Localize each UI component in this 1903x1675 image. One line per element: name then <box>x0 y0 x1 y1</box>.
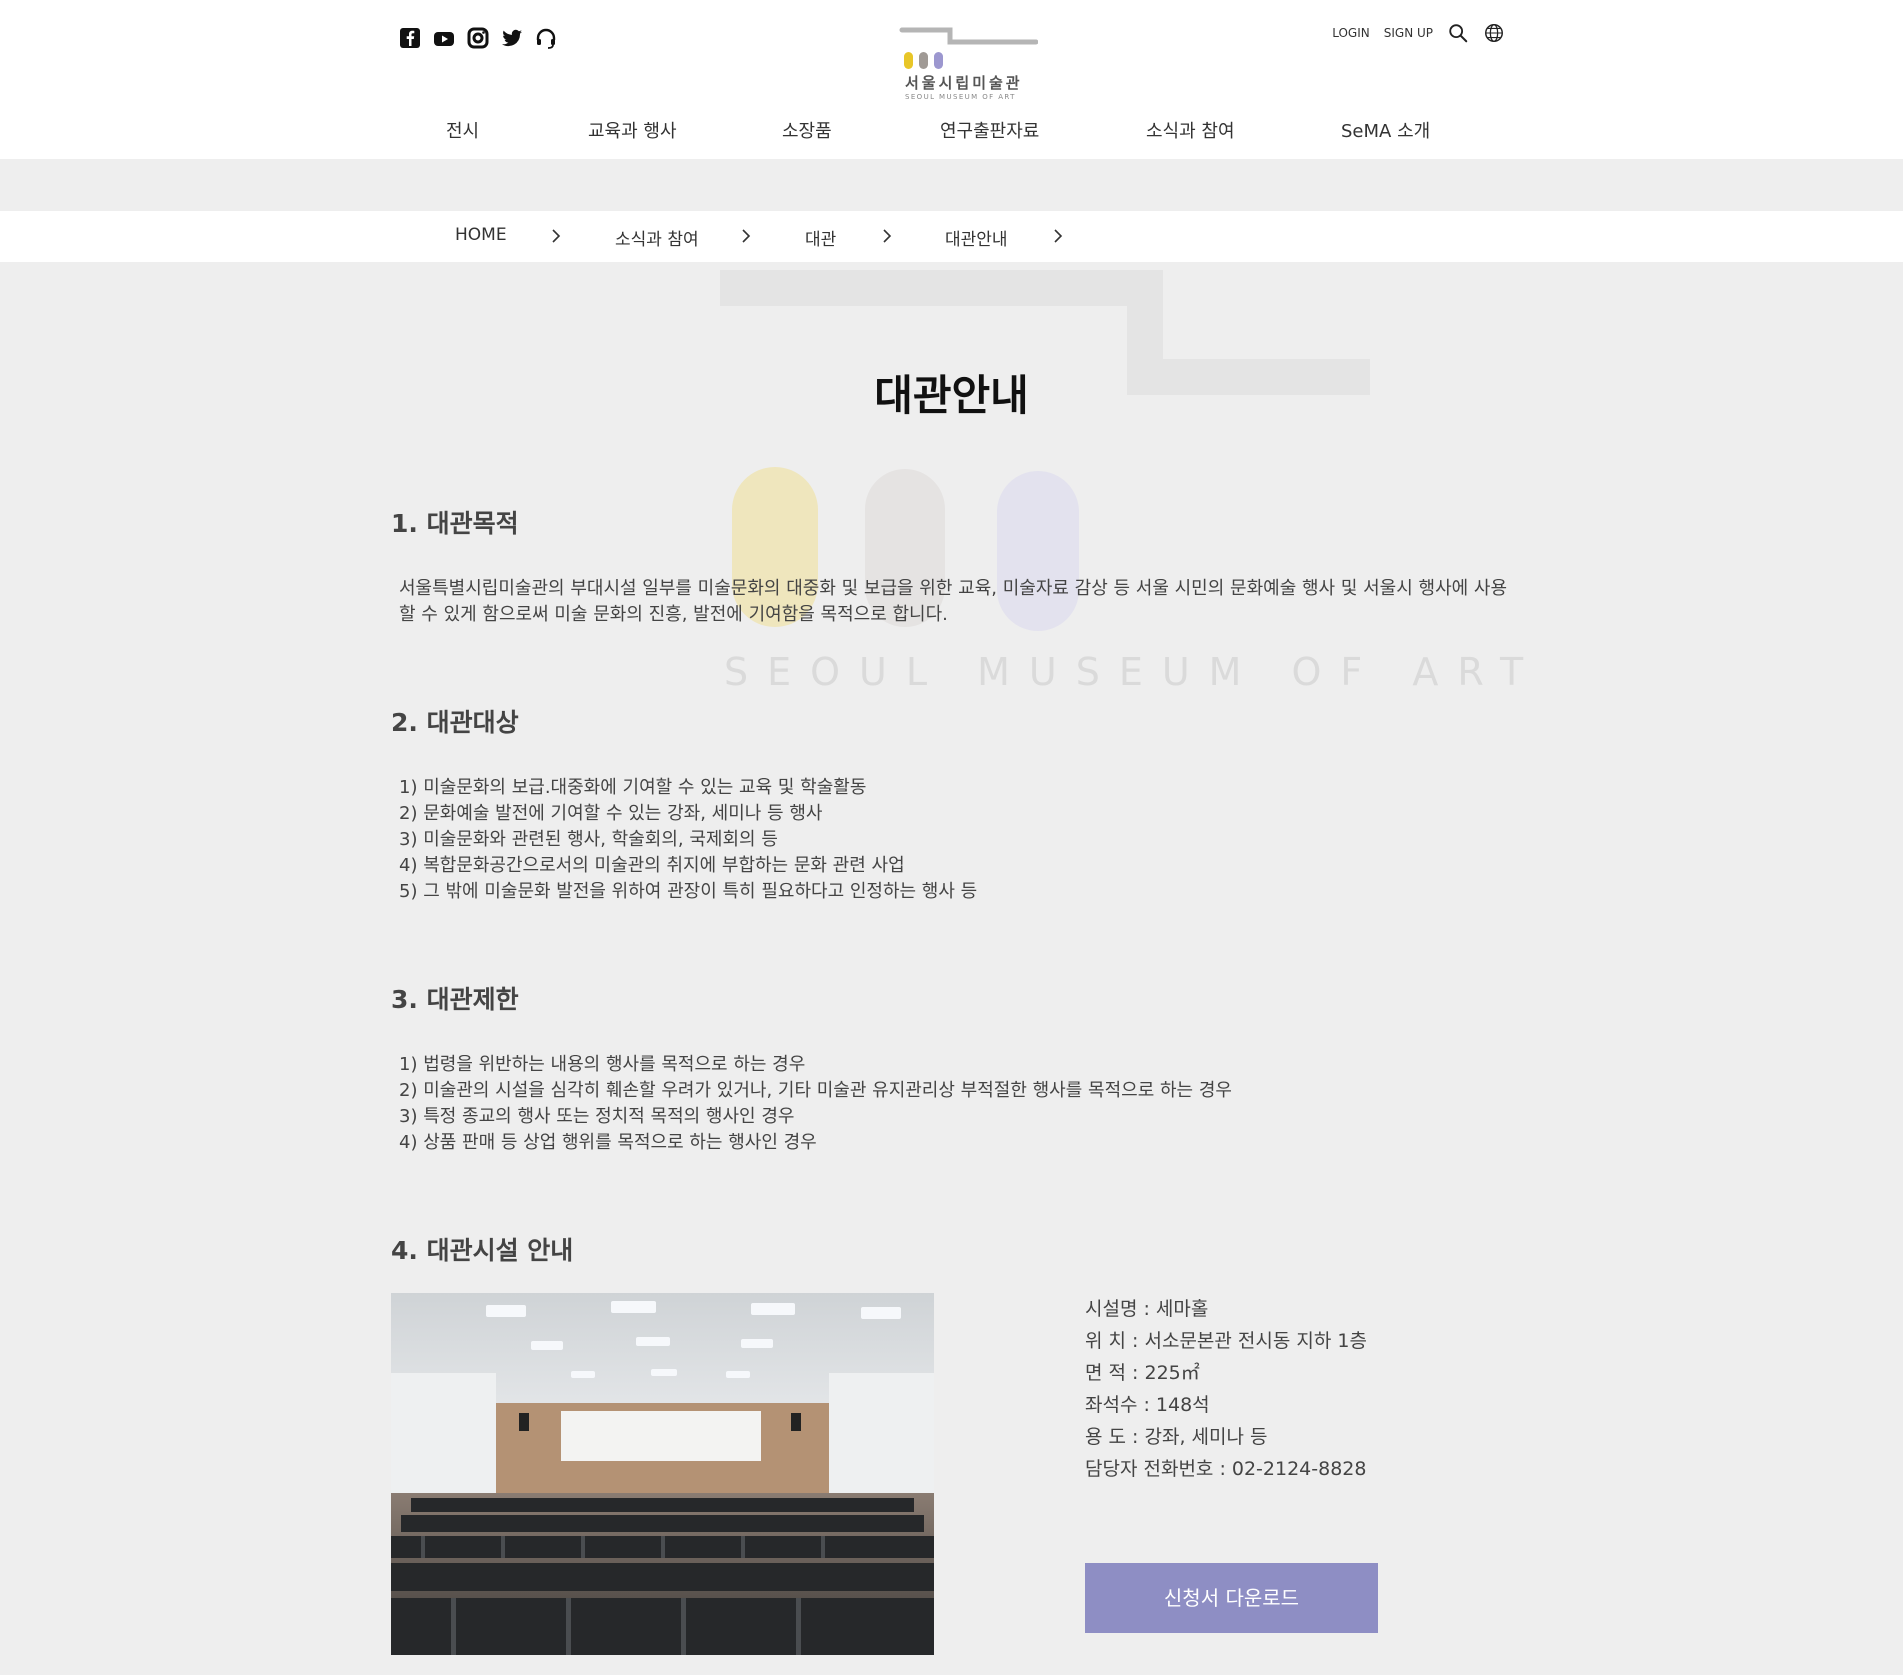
signup-link[interactable]: SIGN UP <box>1384 26 1433 40</box>
seminar-hall-photo <box>391 1293 934 1655</box>
logo-korean-text: 서울시립미술관 <box>905 74 1023 92</box>
nav-exhibitions[interactable]: 전시 <box>446 117 479 143</box>
facility-seats: 좌석수 : 148석 <box>1085 1394 1210 1416</box>
search-icon[interactable] <box>1447 22 1469 44</box>
section-title: 4. 대관시설 안내 <box>391 1236 574 1265</box>
facility-info: 시설명 : 세마홀 위 치 : 서소문본관 전시동 지하 1층 면 적 : 22… <box>1085 1293 1367 1485</box>
section-title: 3. 대관제한 <box>391 985 519 1014</box>
section-title: 1. 대관목적 <box>391 509 519 538</box>
youtube-icon[interactable] <box>432 26 456 50</box>
nav-education-events[interactable]: 교육과 행사 <box>588 117 677 143</box>
site-header: 서울시립미술관 SEOUL MUSEUM OF ART LOGIN SIGN U… <box>0 0 1903 159</box>
section-restriction: 3. 대관제한 1) 법령을 위반하는 내용의 행사를 목적으로 하는 경우 2… <box>391 980 1521 1156</box>
watermark-text: SEOUL MUSEUM OF ART <box>724 650 1543 694</box>
chevron-right-icon <box>883 229 892 243</box>
audio-guide-icon[interactable] <box>534 26 558 50</box>
facility-contact: 담당자 전화번호 : 02-2124-8828 <box>1085 1458 1367 1480</box>
nav-about-sema[interactable]: SeMA 소개 <box>1341 117 1430 143</box>
list-item: 3) 미술문화와 관련된 행사, 학술회의, 국제회의 등 <box>399 829 778 850</box>
breadcrumb-rental-guide[interactable]: 대관안내 <box>945 225 1008 250</box>
breadcrumb-home[interactable]: HOME <box>455 225 507 245</box>
nav-research-publications[interactable]: 연구출판자료 <box>940 117 1039 143</box>
list-item: 1) 법령을 위반하는 내용의 행사를 목적으로 하는 경우 <box>399 1054 806 1075</box>
list-item: 3) 특정 종교의 행사 또는 정치적 목적의 행사인 경우 <box>399 1106 795 1127</box>
utility-menu: LOGIN SIGN UP <box>1332 22 1505 44</box>
login-link[interactable]: LOGIN <box>1332 26 1370 40</box>
chevron-right-icon <box>742 229 751 243</box>
section-purpose: 1. 대관목적 서울특별시립미술관의 부대시설 일부를 미술문화의 대중화 및 … <box>391 504 1521 628</box>
list-item: 4) 복합문화공간으로서의 미술관의 취지에 부합하는 문화 관련 사업 <box>399 855 905 876</box>
globe-icon[interactable] <box>1483 22 1505 44</box>
list-item: 2) 미술관의 시설을 심각히 훼손할 우려가 있거나, 기타 미술관 유지관리… <box>399 1080 1232 1101</box>
twitter-icon[interactable] <box>500 26 524 50</box>
facebook-icon[interactable] <box>398 26 422 50</box>
download-application-button[interactable]: 신청서 다운로드 <box>1085 1563 1378 1633</box>
logo-english-text: SEOUL MUSEUM OF ART <box>905 93 1016 101</box>
list-item: 5) 그 밖에 미술문화 발전을 위하여 관장이 특히 필요하다고 인정하는 행… <box>399 881 978 902</box>
section-body: 서울특별시립미술관의 부대시설 일부를 미술문화의 대중화 및 보급을 위한 교… <box>399 578 1508 625</box>
chevron-right-icon[interactable] <box>1050 225 1066 247</box>
breadcrumb: HOME 소식과 참여 대관 대관안내 <box>0 211 1903 262</box>
list-item: 2) 문화예술 발전에 기여할 수 있는 강좌, 세미나 등 행사 <box>399 803 823 824</box>
list-item: 4) 상품 판매 등 상업 행위를 목적으로 하는 행사인 경우 <box>399 1132 817 1153</box>
nav-news-participation[interactable]: 소식과 참여 <box>1146 117 1235 143</box>
main-navigation: 전시 교육과 행사 소장품 연구출판자료 소식과 참여 SeMA 소개 <box>0 117 1903 147</box>
breadcrumb-rental[interactable]: 대관 <box>805 225 836 250</box>
facility-usage: 용 도 : 강좌, 세미나 등 <box>1085 1426 1268 1448</box>
chevron-right-icon <box>552 229 561 243</box>
list-item: 1) 미술문화의 보급.대중화에 기여할 수 있는 교육 및 학술활동 <box>399 777 867 798</box>
sns-links <box>398 26 558 50</box>
facility-area: 면 적 : 225㎡ <box>1085 1362 1200 1384</box>
section-title: 2. 대관대상 <box>391 708 519 737</box>
facility-location: 위 치 : 서소문본관 전시동 지하 1층 <box>1085 1330 1367 1352</box>
page-title: 대관안내 <box>874 371 1029 420</box>
instagram-icon[interactable] <box>466 26 490 50</box>
facility-name: 시설명 : 세마홀 <box>1085 1298 1209 1320</box>
section-target: 2. 대관대상 1) 미술문화의 보급.대중화에 기여할 수 있는 교육 및 학… <box>391 703 1521 905</box>
nav-collection[interactable]: 소장품 <box>782 117 832 143</box>
breadcrumb-news[interactable]: 소식과 참여 <box>615 225 699 250</box>
